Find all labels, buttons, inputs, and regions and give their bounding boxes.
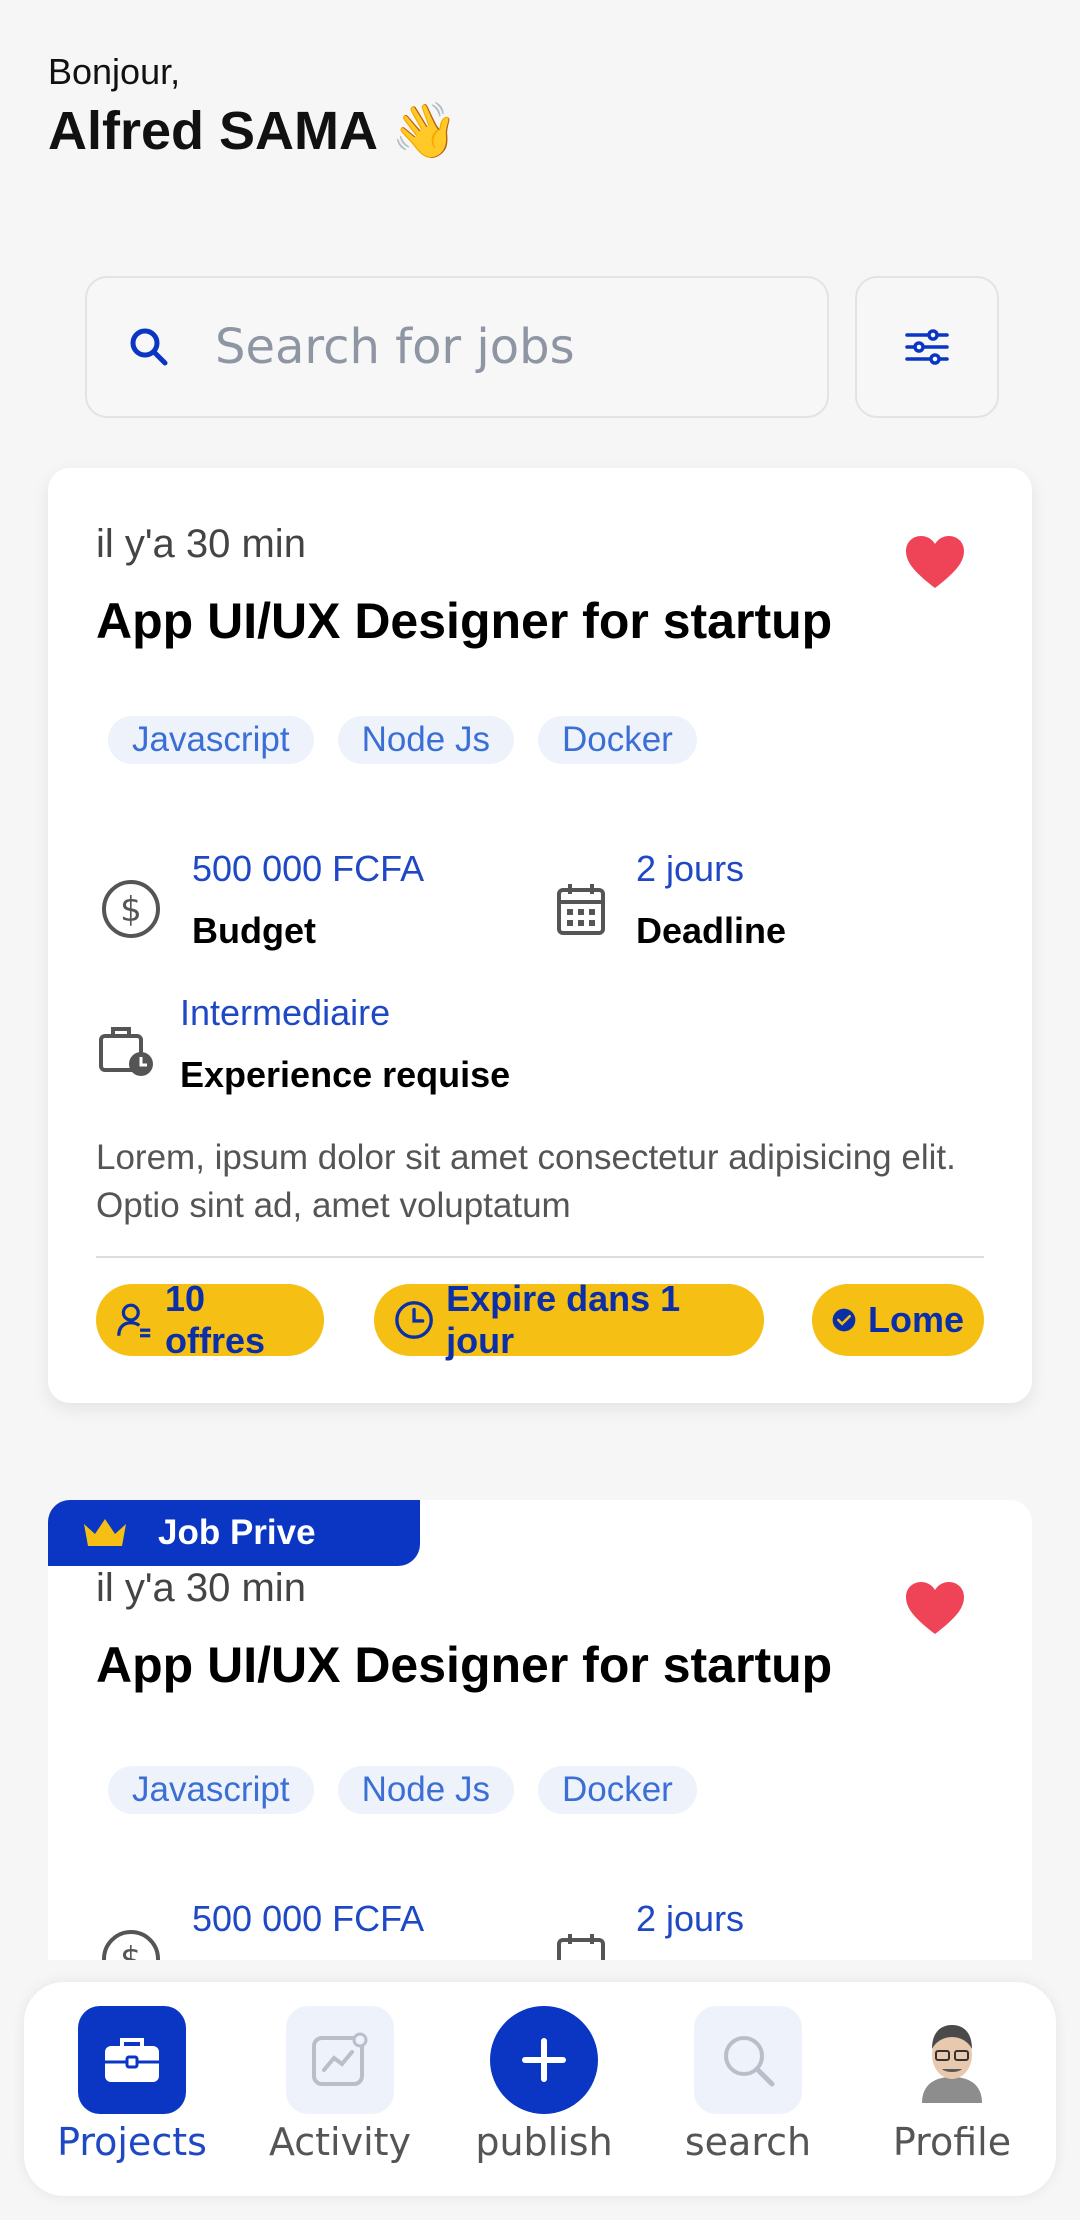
nav-label: search xyxy=(684,2120,812,2164)
user-name: Alfred SAMA 👋 xyxy=(48,101,459,161)
deadline-label: Deadline xyxy=(636,910,787,951)
skill-tag: Docker xyxy=(537,716,697,764)
search-icon xyxy=(130,328,168,366)
skill-tags: Javascript Node Js Docker xyxy=(108,716,697,764)
search-bar[interactable] xyxy=(85,276,829,418)
activity-chart-icon xyxy=(286,2006,394,2114)
user-list-icon xyxy=(117,1303,151,1338)
expiry-badge: Expire dans 1 jour xyxy=(374,1278,764,1361)
avatar xyxy=(898,2006,1006,2114)
nav-label: Activity xyxy=(268,2120,412,2164)
skill-tag: Node Js xyxy=(337,716,514,764)
calendar-icon xyxy=(557,1934,605,1960)
deadline-value: 2 jours xyxy=(636,1898,745,1939)
job-posted-time: il y'a 30 min xyxy=(96,1566,306,1610)
nav-publish[interactable]: publish xyxy=(454,2006,634,2164)
search-input[interactable] xyxy=(213,318,777,376)
private-job-label: Job Prive xyxy=(158,1513,316,1552)
deadline-value: 2 jours xyxy=(636,848,745,889)
skill-tag: Docker xyxy=(537,1766,697,1814)
filter-sliders-icon xyxy=(905,329,949,365)
skill-tag: Node Js xyxy=(337,1766,514,1814)
greeting: Bonjour, Alfred SAMA 👋 xyxy=(48,50,458,166)
nav-label: Projects xyxy=(57,2120,207,2164)
nav-activity[interactable]: Activity xyxy=(250,2006,430,2164)
job-description: Lorem, ipsum dolor sit amet consectetur … xyxy=(96,1138,956,1225)
job-card[interactable]: Job Prive il y'a 30 min App UI/UX Design… xyxy=(48,1500,1032,1960)
calendar-icon xyxy=(557,884,605,935)
clock-icon xyxy=(395,1301,433,1339)
bottom-nav: Projects Activity publish search Profile xyxy=(24,1982,1056,2196)
skill-tag: Javascript xyxy=(108,716,314,764)
budget-label: Budget xyxy=(192,910,316,951)
favorite-heart-icon[interactable] xyxy=(904,534,966,590)
search-icon xyxy=(694,2006,802,2114)
svg-text:$: $ xyxy=(120,1940,142,1960)
budget-value: 500 000 FCFA xyxy=(192,1898,425,1939)
dollar-icon: $ xyxy=(102,1930,160,1960)
divider xyxy=(96,1256,984,1258)
svg-text:$: $ xyxy=(120,890,142,930)
greeting-text: Bonjour, xyxy=(48,51,181,92)
nav-profile[interactable]: Profile xyxy=(862,2006,1042,2164)
offers-count: 10 offres xyxy=(165,1278,266,1361)
dollar-icon: $ xyxy=(102,880,160,938)
nav-projects[interactable]: Projects xyxy=(42,2006,222,2164)
skill-tags: Javascript Node Js Docker xyxy=(108,1766,697,1814)
job-posted-time: il y'a 30 min xyxy=(96,522,306,566)
private-job-badge: Job Prive xyxy=(48,1500,420,1566)
verified-check-icon xyxy=(832,1308,856,1332)
skill-tag: Javascript xyxy=(108,1766,314,1814)
nav-label: publish xyxy=(475,2120,613,2164)
briefcase-icon xyxy=(78,2006,186,2114)
nav-search[interactable]: search xyxy=(658,2006,838,2164)
nav-label: Profile xyxy=(892,2120,1012,2164)
experience-label: Experience requise xyxy=(180,1054,511,1095)
location-text: Lome xyxy=(867,1299,964,1340)
filter-button[interactable] xyxy=(855,276,999,418)
location-badge: Lome xyxy=(812,1284,984,1356)
experience-value: Intermediaire xyxy=(180,992,391,1033)
offers-badge: 10 offres xyxy=(96,1278,324,1361)
job-title: App UI/UX Designer for startup xyxy=(96,593,833,649)
expiry-text: Expire dans 1 jour xyxy=(446,1278,681,1361)
budget-value: 500 000 FCFA xyxy=(192,848,425,889)
crown-icon xyxy=(84,1519,126,1546)
plus-icon xyxy=(490,2006,598,2114)
job-card[interactable]: il y'a 30 min App UI/UX Designer for sta… xyxy=(48,468,1032,1403)
job-title: App UI/UX Designer for startup xyxy=(96,1637,833,1693)
favorite-heart-icon[interactable] xyxy=(904,1580,966,1636)
briefcase-clock-icon xyxy=(99,1027,153,1076)
